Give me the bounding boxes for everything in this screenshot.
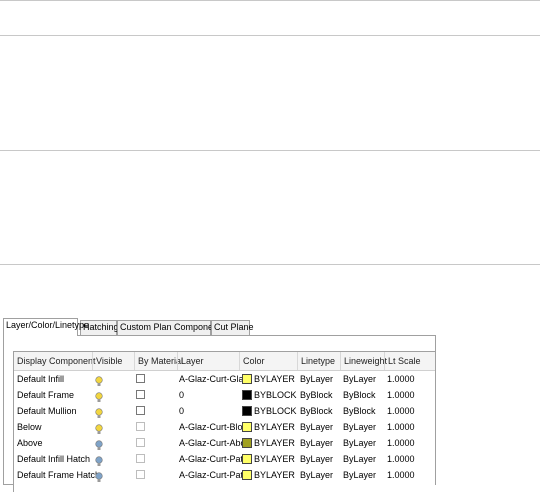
linetype-value[interactable]: ByLayer — [300, 451, 333, 467]
display-component-name: Below — [17, 422, 42, 432]
layer-value[interactable]: A-Glaz-Curt-Patt — [179, 451, 246, 467]
layer-value[interactable]: A-Glaz-Curt-Abov — [179, 435, 250, 451]
tab-cut-plane[interactable]: Cut Plane — [211, 320, 254, 335]
color-swatch — [242, 438, 252, 448]
by-material-checkbox[interactable] — [136, 390, 145, 399]
by-material-checkbox[interactable] — [136, 406, 145, 415]
linetype-value[interactable]: ByBlock — [300, 403, 333, 419]
table-row[interactable]: Default Mullion 0 BYBLOCK ByBlock ByBlock 1.0… — [14, 403, 435, 419]
lt-scale-value[interactable]: 1.0000 — [387, 403, 415, 419]
layer-value[interactable]: A-Glaz-Curt-Blow — [179, 419, 249, 435]
column-header-visible[interactable]: Visible — [92, 352, 134, 370]
column-header-layer[interactable]: Layer — [177, 352, 239, 370]
color-swatch — [242, 470, 252, 480]
lt-scale-value[interactable]: 1.0000 — [387, 419, 415, 435]
layer-value[interactable]: A-Glaz-Curt-Patt — [179, 467, 246, 483]
divider-4 — [0, 264, 540, 265]
by-material-checkbox[interactable] — [136, 422, 145, 431]
lt-scale-value[interactable]: 1.0000 — [387, 467, 415, 483]
lightbulb-off-icon[interactable] — [95, 470, 103, 488]
display-component-name: Default Infill — [17, 374, 65, 384]
color-value[interactable]: BYLAYER — [254, 371, 295, 387]
color-value[interactable]: BYLAYER — [254, 419, 295, 435]
tab-panel: Display Component Visible By Material La… — [3, 335, 436, 492]
color-swatch — [242, 422, 252, 432]
lineweight-value[interactable]: ByLayer — [343, 451, 376, 467]
column-header-color[interactable]: Color — [239, 352, 297, 370]
by-material-checkbox[interactable] — [136, 438, 145, 447]
color-swatch — [242, 406, 252, 416]
linetype-value[interactable]: ByLayer — [300, 371, 333, 387]
layer-value[interactable]: 0 — [179, 387, 184, 403]
lineweight-value[interactable]: ByLayer — [343, 435, 376, 451]
table-row[interactable]: Below A-Glaz-Curt-Blow BYLAYER ByLayer ByLay… — [14, 419, 435, 435]
color-swatch — [242, 454, 252, 464]
divider-3 — [0, 150, 540, 151]
display-properties-table: Display Component Visible By Material La… — [13, 351, 435, 492]
lineweight-value[interactable]: ByBlock — [343, 387, 376, 403]
table-row[interactable]: Default Frame Hatch A-Glaz-Curt-Patt BYLAY… — [14, 467, 435, 483]
column-header-lt-scale[interactable]: Lt Scale — [384, 352, 435, 370]
display-component-name: Default Frame — [17, 390, 75, 400]
color-value[interactable]: BYBLOCK — [254, 403, 297, 419]
column-header-by-material[interactable]: By Material — [134, 352, 183, 370]
by-material-checkbox[interactable] — [136, 374, 145, 383]
display-component-name: Default Mullion — [17, 406, 77, 416]
table-row[interactable]: Default Frame 0 BYBLOCK ByBlock ByBlock 1.000… — [14, 387, 435, 403]
color-value[interactable]: BYLAYER — [254, 435, 295, 451]
table-row[interactable]: Default Infill Hatch A-Glaz-Curt-Patt BYLA… — [14, 451, 435, 467]
by-material-checkbox[interactable] — [136, 470, 145, 479]
lt-scale-value[interactable]: 1.0000 — [387, 387, 415, 403]
lineweight-value[interactable]: ByLayer — [343, 419, 376, 435]
linetype-value[interactable]: ByLayer — [300, 467, 333, 483]
linetype-value[interactable]: ByBlock — [300, 387, 333, 403]
table-header: Display Component Visible By Material La… — [14, 352, 435, 371]
display-component-name: Default Infill Hatch — [17, 454, 91, 464]
column-header-display-component[interactable]: Display Component — [14, 352, 96, 370]
column-header-lineweight[interactable]: Lineweight — [340, 352, 387, 370]
color-value[interactable]: BYLAYER — [254, 467, 295, 483]
layer-value[interactable]: 0 — [179, 403, 184, 419]
lt-scale-value[interactable]: 1.0000 — [387, 451, 415, 467]
color-swatch — [242, 390, 252, 400]
display-component-name: Above — [17, 438, 43, 448]
display-component-name: Default Frame Hatch — [17, 470, 101, 480]
lineweight-value[interactable]: ByLayer — [343, 467, 376, 483]
divider-2 — [0, 35, 540, 36]
column-header-linetype[interactable]: Linetype — [297, 352, 340, 370]
color-swatch — [242, 374, 252, 384]
linetype-value[interactable]: ByLayer — [300, 435, 333, 451]
lt-scale-value[interactable]: 1.0000 — [387, 371, 415, 387]
table-row[interactable]: Default Infill A-Glaz-Curt-Glaz BYLAYER ByL… — [14, 371, 435, 387]
lt-scale-value[interactable]: 1.0000 — [387, 435, 415, 451]
divider-1 — [0, 0, 540, 1]
tab-layer-color-linetype[interactable]: Layer/Color/Linetype — [3, 318, 89, 336]
layer-value[interactable]: A-Glaz-Curt-Glaz — [179, 371, 248, 387]
lineweight-value[interactable]: ByLayer — [343, 371, 376, 387]
color-value[interactable]: BYBLOCK — [254, 387, 297, 403]
table-row[interactable]: Above A-Glaz-Curt-Abov BYLAYER ByLayer ByLay… — [14, 435, 435, 451]
tab-custom-plan-components[interactable]: Custom Plan Components — [117, 320, 225, 335]
by-material-checkbox[interactable] — [136, 454, 145, 463]
color-value[interactable]: BYLAYER — [254, 451, 295, 467]
lineweight-value[interactable]: ByBlock — [343, 403, 376, 419]
linetype-value[interactable]: ByLayer — [300, 419, 333, 435]
